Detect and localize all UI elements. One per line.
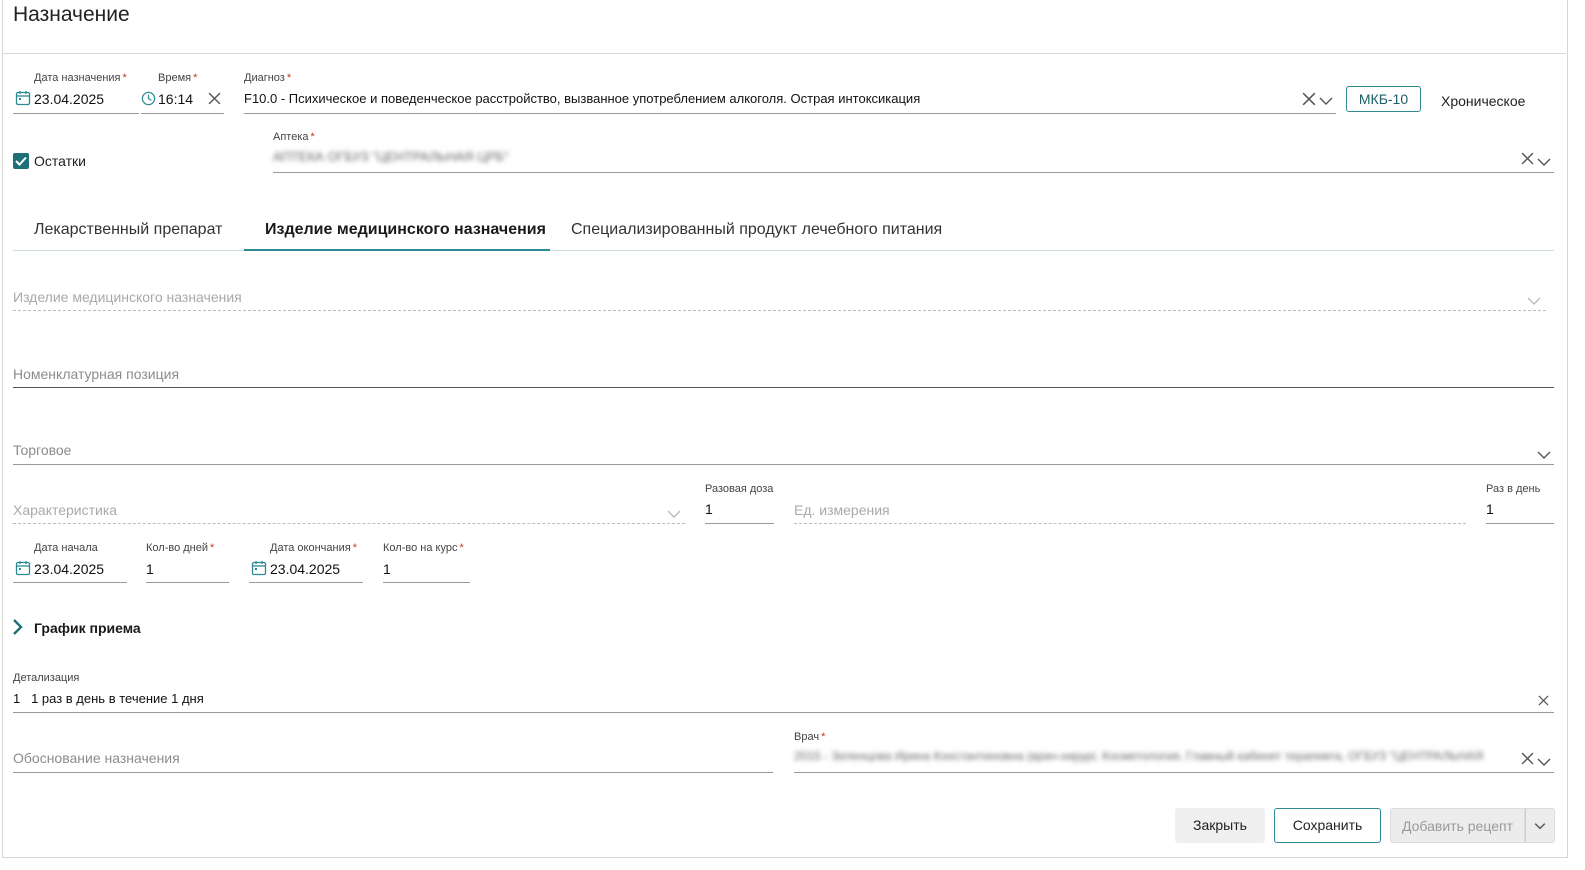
doctor-label: Врач * — [794, 731, 826, 743]
nomenclature-field[interactable]: Номенклатурная позиция — [13, 366, 179, 382]
diagnosis-field[interactable]: F10.0 - Психическое и поведенческое расс… — [244, 91, 1294, 106]
diagnosis-underline — [244, 113, 1336, 114]
close-button[interactable]: Закрыть — [1175, 808, 1265, 843]
days-label: Кол-во дней * — [146, 542, 215, 554]
clear-diagnosis-icon[interactable] — [1302, 92, 1316, 111]
calendar-icon[interactable] — [251, 560, 267, 581]
clear-time-icon[interactable] — [208, 92, 221, 110]
end-date-label: Дата окончания * — [270, 542, 357, 554]
calendar-icon[interactable] — [15, 90, 31, 111]
end-date-underline — [249, 582, 363, 583]
chevron-down-icon — [1527, 293, 1541, 311]
characteristic-select[interactable]: Характеристика — [13, 502, 117, 518]
qty-label: Кол-во на курс * — [383, 542, 464, 554]
page-title: Назначение — [13, 3, 130, 26]
chevron-down-icon[interactable] — [1537, 154, 1551, 172]
chronic-label[interactable]: Хроническое — [1441, 93, 1525, 109]
dose-underline — [705, 523, 774, 524]
clear-doctor-icon[interactable] — [1521, 752, 1534, 770]
end-date-field[interactable]: 23.04.2025 — [270, 561, 340, 577]
days-underline — [146, 582, 229, 583]
chevron-down-icon[interactable] — [1537, 754, 1551, 772]
details-field[interactable]: 1 1 раз в день в течение 1 дня — [13, 691, 204, 706]
tab-medicine[interactable]: Лекарственный препарат — [34, 221, 222, 239]
trade-select[interactable]: Торговое — [13, 442, 71, 458]
doctor-underline — [794, 772, 1554, 773]
nomenclature-underline — [13, 387, 1554, 388]
diagnosis-label: Диагноз * — [244, 72, 292, 84]
chevron-right-icon[interactable] — [12, 618, 23, 641]
per-day-label: Раз в день — [1486, 483, 1541, 495]
unit-underline — [794, 523, 1466, 524]
per-day-underline — [1486, 523, 1554, 524]
chevron-down-icon[interactable] — [1537, 447, 1551, 465]
justification-field[interactable]: Обоснование назначения — [13, 750, 180, 766]
start-date-underline — [13, 582, 127, 583]
chevron-down-icon[interactable] — [1319, 93, 1333, 111]
chevron-down-icon — [667, 506, 681, 524]
calendar-icon[interactable] — [15, 560, 31, 581]
schedule-toggle[interactable]: График приема — [34, 620, 141, 636]
justification-underline — [13, 772, 773, 773]
pharmacy-underline — [273, 172, 1554, 173]
mkb10-button[interactable]: МКБ-10 — [1346, 86, 1421, 112]
dose-field[interactable]: 1 — [705, 501, 713, 517]
start-date-field[interactable]: 23.04.2025 — [34, 561, 104, 577]
time-label: Время * — [158, 72, 198, 84]
details-underline — [13, 712, 1554, 713]
pharmacy-field[interactable]: АПТЕКА ОГБУЗ "ЦЕНТРАЛЬНАЯ ЦРБ" — [273, 149, 509, 164]
qty-field[interactable]: 1 — [383, 561, 391, 577]
qty-underline — [383, 582, 470, 583]
add-recipe-dropdown[interactable] — [1525, 808, 1555, 843]
active-tab-indicator — [244, 249, 550, 251]
device-select[interactable]: Изделие медицинского назначения — [13, 289, 242, 305]
tab-medical-device[interactable]: Изделие медицинского назначения — [265, 221, 546, 239]
remains-checkbox[interactable] — [13, 153, 29, 169]
remains-label[interactable]: Остатки — [34, 153, 86, 169]
start-date-label: Дата начала — [34, 542, 98, 554]
characteristic-underline — [13, 523, 685, 524]
add-recipe-button[interactable]: Добавить рецепт — [1390, 808, 1525, 843]
doctor-field[interactable]: 2015 - Зеленцова Ирина Константиновна (в… — [794, 749, 1518, 763]
chevron-down-icon — [1534, 823, 1546, 830]
details-label: Детализация — [13, 672, 80, 684]
trade-underline — [13, 464, 1554, 465]
unit-select[interactable]: Ед. измерения — [794, 502, 890, 518]
date-field[interactable]: 23.04.2025 — [34, 91, 104, 107]
days-field[interactable]: 1 — [146, 561, 154, 577]
tab-nutrition[interactable]: Специализированный продукт лечебного пит… — [571, 221, 942, 239]
title-divider — [3, 53, 1566, 54]
date-underline — [13, 113, 139, 114]
time-field[interactable]: 16:14 — [158, 91, 193, 107]
check-icon — [15, 156, 27, 166]
pharmacy-label: Аптека * — [273, 131, 315, 143]
date-label: Дата назначения * — [34, 72, 127, 84]
time-underline — [141, 113, 224, 114]
clear-details-icon[interactable] — [1538, 693, 1549, 711]
save-button[interactable]: Сохранить — [1274, 808, 1381, 843]
per-day-field[interactable]: 1 — [1486, 501, 1494, 517]
device-underline — [13, 310, 1546, 311]
dialog-frame — [2, 0, 1568, 858]
dose-label: Разовая доза — [705, 483, 774, 495]
clock-icon[interactable] — [141, 91, 156, 111]
clear-pharmacy-icon[interactable] — [1521, 152, 1534, 170]
